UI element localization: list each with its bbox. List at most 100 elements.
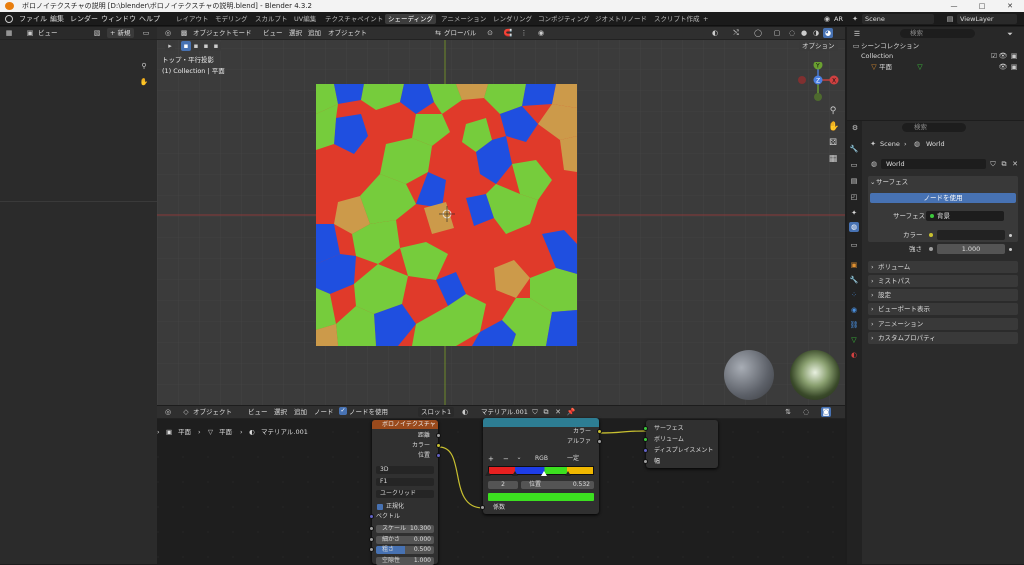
ramp-alpha-socket[interactable] [597,439,602,444]
tab-texture-paint[interactable]: テクスチャペイント [322,14,386,24]
voronoi-feature-select[interactable]: F1 [376,478,434,486]
maximize-button[interactable]: □ [968,0,996,12]
scale-socket[interactable] [369,526,374,531]
ar-label[interactable]: AR [834,14,843,24]
data-tab-icon[interactable]: ▽ [849,335,859,345]
vector-input-socket[interactable] [369,514,374,519]
detail-socket[interactable] [369,537,374,542]
select-invert-icon[interactable]: ▪ [211,41,221,51]
camera-view-icon[interactable]: ⚄ [828,138,838,148]
tab-rendering[interactable]: レンダリング [490,14,535,24]
ramp-stop-marker[interactable] [564,471,571,476]
voronoi-metric-select[interactable]: ユークリッド [376,490,434,498]
material-output-node[interactable]: サーフェス ボリューム ディスプレイスメント 幅 [643,420,718,468]
strength-keyframe-dot[interactable] [1009,248,1012,251]
outliner-type-icon[interactable]: ☰ [852,29,862,39]
section-mist-pass[interactable]: › ミストパス [868,275,1018,287]
navigation-gizmo[interactable]: X Y Z [795,62,841,108]
transform-orientation-selector[interactable]: グローバル [444,28,476,38]
scene-icon[interactable]: ✦ [850,14,860,24]
shading-solid-icon[interactable]: ● [799,28,809,38]
ramp-interpolation-select[interactable]: 一定 [563,455,595,463]
transform-orientation-icon[interactable]: ⇆ [433,28,443,38]
add-workspace-icon[interactable]: + [700,14,711,24]
normalize-checkbox[interactable] [377,504,383,510]
zoom-view-icon[interactable]: ⚲ [828,106,838,116]
strength-field[interactable]: 1.000 [937,244,1005,254]
surface-chevron-icon[interactable]: ⌄ [870,177,875,187]
view-layer-tab-icon[interactable]: ◰ [849,192,859,202]
properties-search-input[interactable]: 検索 [902,123,966,132]
object-tab-icon[interactable]: ▣ [849,260,859,270]
tab-layout[interactable]: レイアウト [173,14,212,24]
object-eye-icon[interactable]: 👁 [998,62,1008,72]
modifier-tab-icon[interactable]: 🔧 [849,275,859,285]
roughness-socket[interactable] [369,547,374,552]
gizmo-toggle-icon[interactable]: ⤭ [731,28,741,38]
section-custom-properties[interactable]: › カスタムプロパティ [868,332,1018,344]
menu-window[interactable]: ウィンドウ [101,14,136,24]
visibility-icon[interactable]: ◐ [710,28,720,38]
menu-edit[interactable]: 編集 [50,14,64,24]
section-viewport-display[interactable]: › ビューポート表示 [868,303,1018,315]
shading-material-icon[interactable]: ◑ [811,28,821,38]
object-camera-icon[interactable]: ▣ [1009,62,1019,72]
left-view-menu[interactable]: ビュー [38,28,58,38]
overlay-icon[interactable]: ◯ [753,28,763,38]
world-duplicate-icon[interactable]: ⧉ [999,159,1009,169]
tool-tab-icon[interactable]: 🔧 [849,144,859,154]
material-tab-icon[interactable]: ◐ [849,350,859,360]
world-tab-icon[interactable]: ◍ [849,222,859,232]
xray-icon[interactable]: ▢ [772,28,782,38]
options-button[interactable]: オプション [799,41,838,51]
object-plane-item[interactable]: 平面 [879,62,892,72]
physics-tab-icon[interactable]: ◉ [849,305,859,315]
world-unlink-icon[interactable]: ✕ [1010,159,1020,169]
section-settings[interactable]: › 設定 [868,289,1018,301]
properties-type-icon[interactable]: ⚙ [850,123,860,133]
viewport-menu-view[interactable]: ビュー [263,28,283,38]
editor-type-icon[interactable]: ▦ [4,28,14,38]
tab-uv-editing[interactable]: UV編集 [291,14,319,24]
zoom-icon[interactable]: ⚲ [139,61,149,71]
scale-field[interactable]: スケール 10.300 [376,525,434,533]
filter-icon[interactable]: ⏷ [1005,29,1015,39]
viewport-menu-object[interactable]: オブジェクト [328,28,367,38]
ramp-stop-position-field[interactable]: 位置 0.532 [521,481,594,489]
use-nodes-button[interactable]: ノードを使用 [870,193,1016,203]
image-icon[interactable]: ▧ [92,28,102,38]
voronoi-texture-node[interactable]: ボロノイテクスチャ 距離 カラー 位置 3D F1 ユークリッド 正規化 ベクト… [369,420,441,565]
ortho-toggle-icon[interactable]: ▦ [828,154,838,164]
menu-help[interactable]: ヘルプ [139,14,160,24]
voronoi-node-header[interactable]: ボロノイテクスチャ [372,420,438,429]
shading-rendered-icon[interactable]: ◕ [823,28,833,38]
world-fake-user-icon[interactable]: ⛉ [988,159,998,169]
ramp-color-socket[interactable] [597,429,602,434]
close-button[interactable]: ✕ [996,0,1024,12]
pan-view-icon[interactable]: ✋ [828,122,839,132]
render-tab-icon[interactable]: ▭ [849,160,859,170]
ramp-stop-marker[interactable] [541,471,548,476]
headset-icon[interactable]: ◉ [822,14,832,24]
minimize-button[interactable]: — [940,0,968,12]
scene-tab-icon[interactable]: ✦ [849,208,859,218]
mesh-data-icon[interactable]: ▽ [915,62,925,72]
color-keyframe-dot[interactable] [1009,234,1012,237]
voronoi-dimension-select[interactable]: 3D [376,466,434,474]
folder-icon[interactable]: ▭ [141,28,151,38]
world-name-field[interactable]: World [881,159,986,169]
viewport-menu-add[interactable]: 追加 [308,28,321,38]
section-animation[interactable]: › アニメーション [868,318,1018,330]
ramp-options-icon[interactable]: ⌄ [515,454,523,462]
outliner-search-input[interactable]: 検索 [900,29,975,38]
editor-type-3d-icon[interactable]: ◎ [163,28,173,38]
proportional-edit-icon[interactable]: ◉ [536,28,546,38]
shading-wire-icon[interactable]: ◌ [787,28,797,38]
view-layer-selector[interactable]: ViewLayer [957,14,1017,24]
ramp-stop-color-swatch[interactable] [488,493,594,501]
voronoi-position-socket[interactable] [436,453,441,458]
constraints-tab-icon[interactable]: ⛓ [849,320,859,330]
surface-section-title[interactable]: サーフェス [876,177,908,187]
select-extend-icon[interactable]: ▪ [191,41,201,51]
voronoi-color-socket[interactable] [436,443,441,448]
